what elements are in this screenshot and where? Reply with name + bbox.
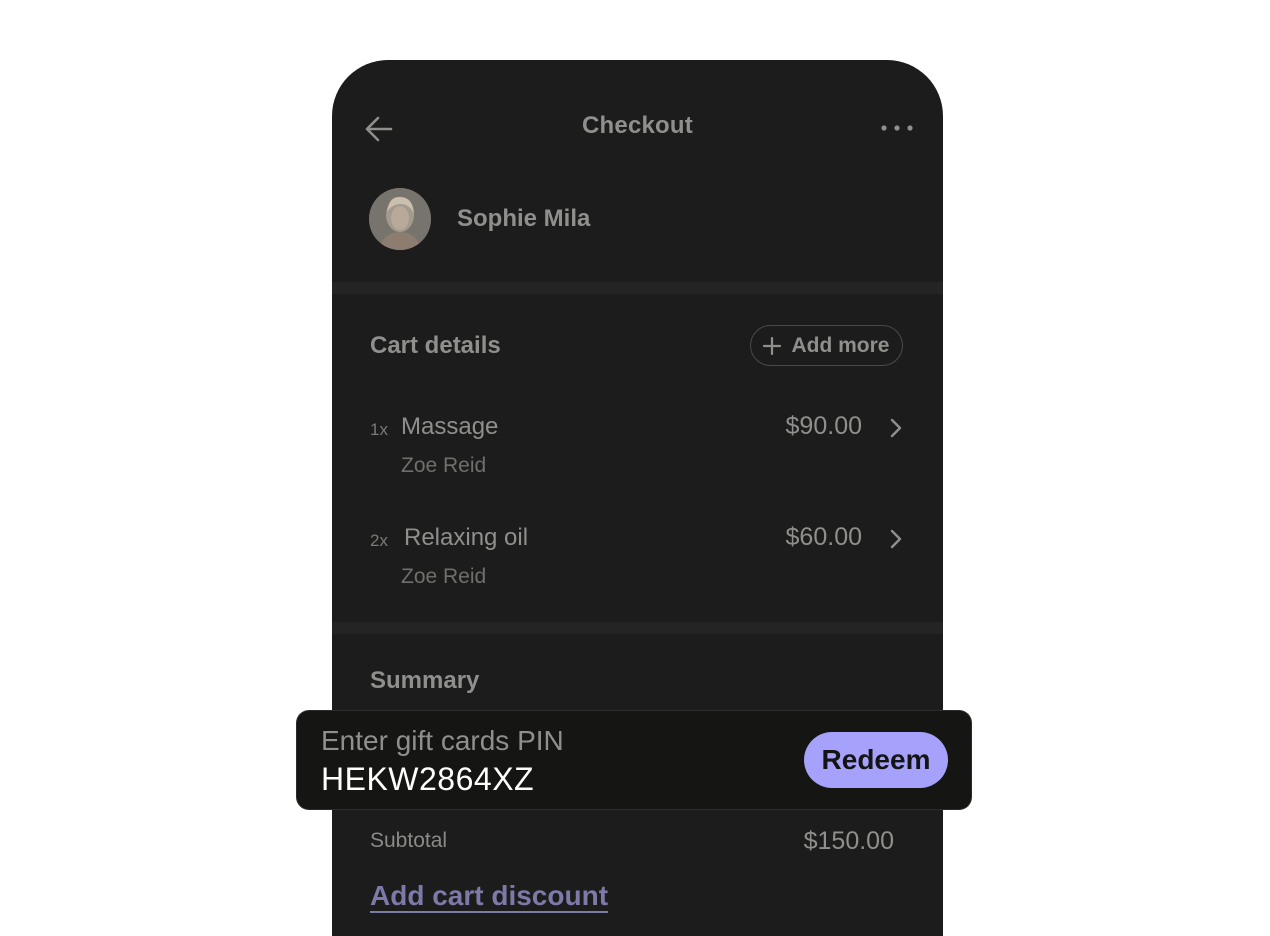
cart-details-title: Cart details — [370, 332, 501, 359]
subtotal-label: Subtotal — [370, 829, 448, 852]
page-title: Checkout — [582, 112, 693, 139]
customer-name: Sophie Mila — [457, 205, 591, 232]
item-name: Massage — [401, 413, 499, 440]
avatar — [369, 188, 431, 250]
redeem-button[interactable]: Redeem — [804, 732, 948, 788]
more-dots-icon — [881, 125, 913, 131]
cart-item-relaxing-oil[interactable]: 2x Relaxing oil Zoe Reid $60.00 — [370, 516, 905, 596]
summary-title: Summary — [370, 667, 480, 694]
item-quantity: 2x — [370, 531, 388, 550]
add-more-label: Add more — [791, 333, 890, 357]
screen: Checkout Sophie Mila Cart details Add mo… — [0, 0, 1270, 936]
gift-card-pin-overlay: Enter gift cards PIN HEKW2864XZ Redeem — [297, 711, 971, 809]
add-cart-discount-link[interactable]: Add cart discount — [370, 880, 608, 912]
cart-item-massage[interactable]: 1x Massage Zoe Reid $90.00 — [370, 405, 905, 485]
item-price: $90.00 — [785, 412, 862, 440]
more-options-button[interactable] — [879, 114, 915, 142]
header: Checkout — [332, 60, 943, 196]
subtotal-value: $150.00 — [803, 827, 894, 855]
item-staff: Zoe Reid — [401, 454, 487, 477]
section-divider — [332, 622, 943, 634]
section-divider — [332, 282, 943, 294]
item-price: $60.00 — [785, 523, 862, 551]
add-more-button[interactable]: Add more — [750, 325, 903, 366]
gift-card-pin-label: Enter gift cards PIN — [321, 725, 564, 756]
gift-card-pin-input[interactable]: Enter gift cards PIN HEKW2864XZ — [321, 725, 781, 797]
chevron-right-icon — [887, 417, 905, 439]
chevron-right-icon — [887, 528, 905, 550]
gift-card-pin-value: HEKW2864XZ — [321, 761, 535, 797]
plus-icon — [763, 336, 782, 355]
item-staff: Zoe Reid — [401, 565, 487, 588]
item-quantity: 1x — [370, 420, 388, 439]
item-name: Relaxing oil — [404, 524, 529, 551]
customer-row[interactable]: Sophie Mila — [369, 187, 590, 251]
customer-photo — [369, 188, 431, 250]
